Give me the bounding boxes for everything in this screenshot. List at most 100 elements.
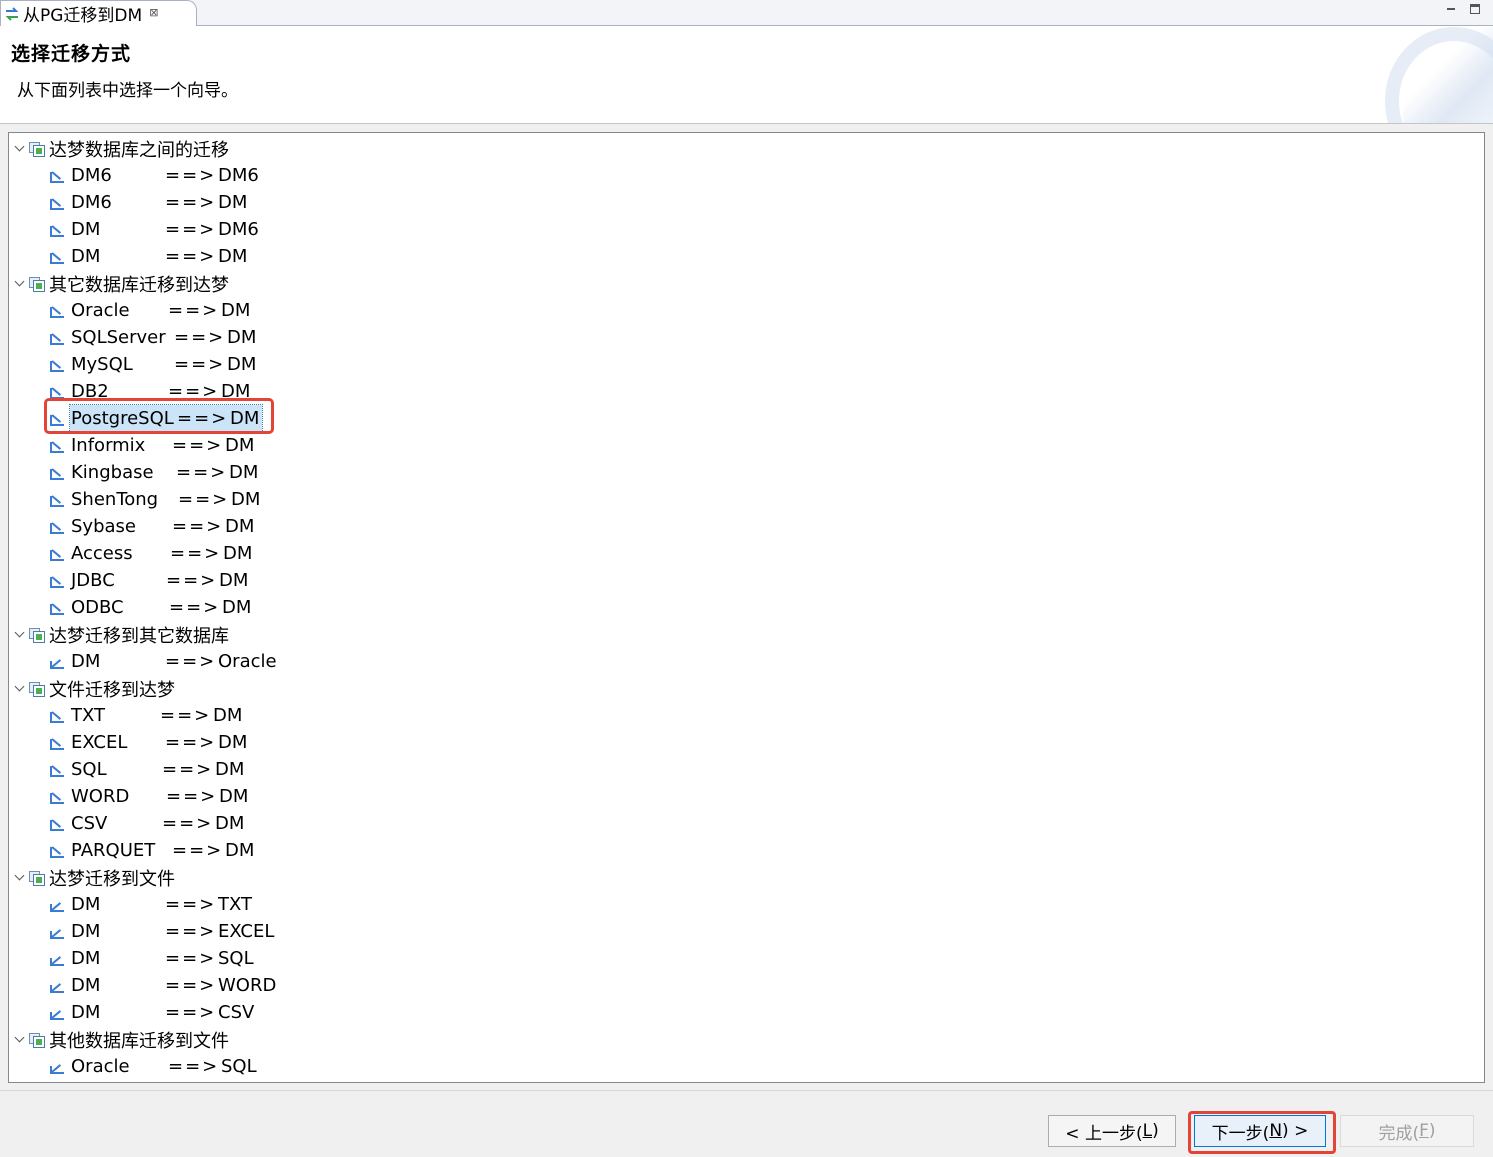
- tree-item-source: MySQL: [71, 354, 133, 375]
- tree-item-arrow: ==>: [165, 948, 217, 969]
- minimize-icon[interactable]: [1446, 3, 1458, 15]
- next-button-label-pre: 下一步(: [1211, 1123, 1270, 1144]
- import-arrow-icon: [49, 168, 66, 184]
- tree-item-source: EXCEL: [71, 732, 128, 753]
- tree-item[interactable]: WORD ==> DM: [49, 783, 248, 810]
- folder-group-icon: [29, 627, 46, 643]
- tree-item[interactable]: Oracle ==> SQL: [49, 1053, 257, 1080]
- tree-item-label: Oracle ==> DM: [71, 297, 250, 324]
- tree-group[interactable]: 文件迁移到达梦: [13, 675, 175, 702]
- tree-item-target: DM: [221, 300, 251, 321]
- export-arrow-icon: [49, 654, 66, 670]
- tree-item-label: DM6 ==> DM6: [71, 162, 259, 189]
- maximize-icon[interactable]: [1470, 4, 1480, 14]
- tree-item-arrow: ==>: [168, 381, 220, 402]
- tree-item-label: SQLServer ==> DM: [71, 324, 256, 351]
- tree-item-target: DM: [227, 327, 257, 348]
- tree-item-target: EXCEL: [218, 921, 275, 942]
- tree-item-label: DB2 ==> DM: [71, 378, 250, 405]
- tree-group[interactable]: 达梦数据库之间的迁移: [13, 135, 229, 162]
- chevron-down-icon[interactable]: [13, 1026, 27, 1053]
- tree-item[interactable]: CSV ==> DM: [49, 810, 244, 837]
- tree-item-target: DM: [215, 813, 245, 834]
- tree-item-source: DM: [71, 948, 101, 969]
- finish-button[interactable]: 完成(F): [1340, 1115, 1474, 1147]
- tree-item[interactable]: MySQL ==> DM: [49, 351, 256, 378]
- tree-item-target: CSV: [218, 1002, 255, 1023]
- tree-item[interactable]: JDBC ==> DM: [49, 567, 248, 594]
- tree-item-arrow: ==>: [162, 759, 214, 780]
- tree-item-source: Access: [71, 543, 133, 564]
- tree-item[interactable]: Sybase ==> DM: [49, 513, 254, 540]
- tree-item[interactable]: DM ==> CSV: [49, 999, 254, 1026]
- import-arrow-icon: [49, 546, 66, 562]
- tree-item[interactable]: DM ==> Oracle: [49, 648, 277, 675]
- tree-item[interactable]: SQLServer ==> DM: [49, 324, 256, 351]
- tree-item-target: TXT: [218, 894, 253, 915]
- tree-item[interactable]: ShenTong ==> DM: [49, 486, 260, 513]
- tree-item-source: PostgreSQL: [71, 408, 174, 429]
- tree-item-target: DM: [215, 759, 245, 780]
- tree-item-source: DM: [71, 975, 101, 996]
- tree-item[interactable]: SQL ==> DM: [49, 756, 244, 783]
- tree-group[interactable]: 其它数据库迁移到达梦: [13, 270, 229, 297]
- tree-group[interactable]: 达梦迁移到其它数据库: [13, 621, 229, 648]
- tree-item[interactable]: TXT ==> DM: [49, 702, 242, 729]
- migration-tree[interactable]: 达梦数据库之间的迁移 DM6 ==> DM6 DM6 ==> DM DM ==> DM6 DM ==>…: [8, 132, 1485, 1083]
- wizard-header: 选择迁移方式 从下面列表中选择一个向导。: [0, 27, 1493, 124]
- tree-group-label: 文件迁移到达梦: [49, 679, 175, 701]
- back-button[interactable]: < 上一步(L): [1048, 1115, 1176, 1147]
- tree-item-arrow: ==>: [165, 975, 217, 996]
- tree-item[interactable]: DM ==> TXT: [49, 891, 252, 918]
- tree-item-target: DM: [227, 354, 257, 375]
- tree-group[interactable]: 达梦迁移到文件: [13, 864, 175, 891]
- tree-item-arrow: ==>: [174, 327, 226, 348]
- tree-item[interactable]: Oracle ==> DM: [49, 297, 250, 324]
- tree-item-source: Kingbase: [71, 462, 154, 483]
- tree-item[interactable]: DM ==> DM: [49, 243, 247, 270]
- tree-group[interactable]: 其他数据库迁移到文件: [13, 1026, 229, 1053]
- tree-item-arrow: ==>: [165, 165, 217, 186]
- tab-migration[interactable]: 从PG迁移到DM ⊠: [0, 0, 197, 26]
- tree-item-arrow: ==>: [174, 354, 226, 375]
- tree-item[interactable]: DM6 ==> DM6: [49, 162, 259, 189]
- chevron-down-icon[interactable]: [13, 135, 27, 162]
- finish-button-label-post: ): [1428, 1121, 1436, 1141]
- chevron-down-icon[interactable]: [13, 270, 27, 297]
- folder-group-icon: [29, 870, 46, 886]
- tree-item[interactable]: DM ==> DM6: [49, 216, 259, 243]
- tree-item[interactable]: Kingbase ==> DM: [49, 459, 258, 486]
- tree-item[interactable]: PostgreSQL ==> DM: [49, 404, 264, 433]
- tree-item-label: DM ==> CSV: [71, 999, 254, 1026]
- tree-item-arrow: ==>: [172, 840, 224, 861]
- tree-item[interactable]: ODBC ==> DM: [49, 594, 251, 621]
- next-button-mnemonic: N: [1269, 1121, 1283, 1141]
- tree-item[interactable]: DM ==> EXCEL: [49, 918, 274, 945]
- tree-item[interactable]: DB2 ==> DM: [49, 378, 250, 405]
- chevron-down-icon[interactable]: [13, 675, 27, 702]
- tree-item[interactable]: DM ==> WORD: [49, 972, 276, 999]
- tree-item-arrow: ==>: [176, 462, 228, 483]
- export-arrow-icon: [49, 951, 66, 967]
- tree-item-source: DM: [71, 219, 101, 240]
- editor-tab-bar: 从PG迁移到DM ⊠: [0, 0, 1493, 26]
- tree-item[interactable]: EXCEL ==> DM: [49, 729, 247, 756]
- page-title: 选择迁移方式: [11, 43, 132, 65]
- tree-item-arrow: ==>: [166, 570, 218, 591]
- close-icon[interactable]: ⊠: [149, 6, 158, 19]
- tree-item-source: DM6: [71, 192, 112, 213]
- tree-item-target: DM: [225, 516, 255, 537]
- tree-item[interactable]: Access ==> DM: [49, 540, 252, 567]
- tree-item[interactable]: DM ==> SQL: [49, 945, 254, 972]
- wizard-footer: < 上一步(L) 下一步(N) > 完成(F): [0, 1090, 1493, 1157]
- tree-item[interactable]: Informix ==> DM: [49, 432, 254, 459]
- import-arrow-icon: [49, 789, 66, 805]
- next-button[interactable]: 下一步(N) >: [1194, 1115, 1326, 1147]
- tree-item[interactable]: DM6 ==> DM: [49, 189, 247, 216]
- tree-item-target: DM: [213, 705, 243, 726]
- export-arrow-icon: [49, 1059, 66, 1075]
- tree-item[interactable]: PARQUET ==> DM: [49, 837, 254, 864]
- chevron-down-icon[interactable]: [13, 864, 27, 891]
- tree-item-label: PARQUET ==> DM: [71, 837, 254, 864]
- chevron-down-icon[interactable]: [13, 621, 27, 648]
